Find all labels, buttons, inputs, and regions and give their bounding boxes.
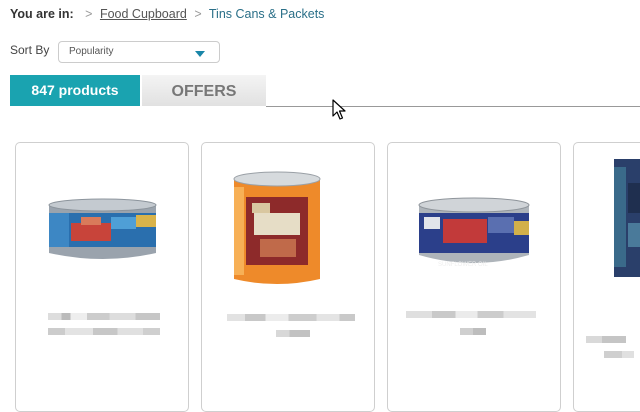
product-title-blurred (406, 311, 536, 318)
tab-divider (266, 106, 640, 107)
breadcrumb: You are in: > Food Cupboard > Tins Cans … (10, 7, 324, 21)
product-title-blurred (586, 336, 626, 343)
tab-products[interactable]: 847 products (10, 75, 140, 106)
product-image-tall-can-partial (614, 159, 640, 277)
sort-select[interactable]: Popularity (58, 41, 220, 63)
breadcrumb-link-food-cupboard[interactable]: Food Cupboard (100, 7, 187, 21)
product-image-sunflower-oil-tin: SUNFLOWER OIL (418, 197, 530, 268)
product-image-orange-can (233, 171, 321, 284)
sort-selected-value: Popularity (69, 46, 114, 57)
product-title-blurred (604, 351, 634, 358)
breadcrumb-current: Tins Cans & Packets (208, 7, 325, 21)
tin-label-text: SUNFLOWER OIL (438, 262, 488, 268)
breadcrumb-lead: You are in: (10, 7, 74, 21)
product-card[interactable]: SUNFLOWER OIL (387, 142, 561, 412)
product-card[interactable] (573, 142, 640, 412)
product-title-blurred (227, 314, 355, 321)
breadcrumb-separator: > (194, 7, 202, 21)
product-card[interactable] (15, 142, 189, 412)
product-title-blurred (48, 328, 160, 335)
mouse-pointer-icon (332, 99, 346, 120)
product-title-blurred (276, 330, 310, 337)
product-image-tuna-tin (48, 198, 157, 259)
product-title-blurred (460, 328, 486, 335)
sort-by-label: Sort By (10, 43, 50, 57)
chevron-down-icon (195, 51, 205, 57)
tab-offers[interactable]: OFFERS (142, 75, 266, 106)
breadcrumb-separator: > (85, 7, 93, 21)
product-title-blurred (48, 313, 160, 320)
product-card[interactable] (201, 142, 375, 412)
